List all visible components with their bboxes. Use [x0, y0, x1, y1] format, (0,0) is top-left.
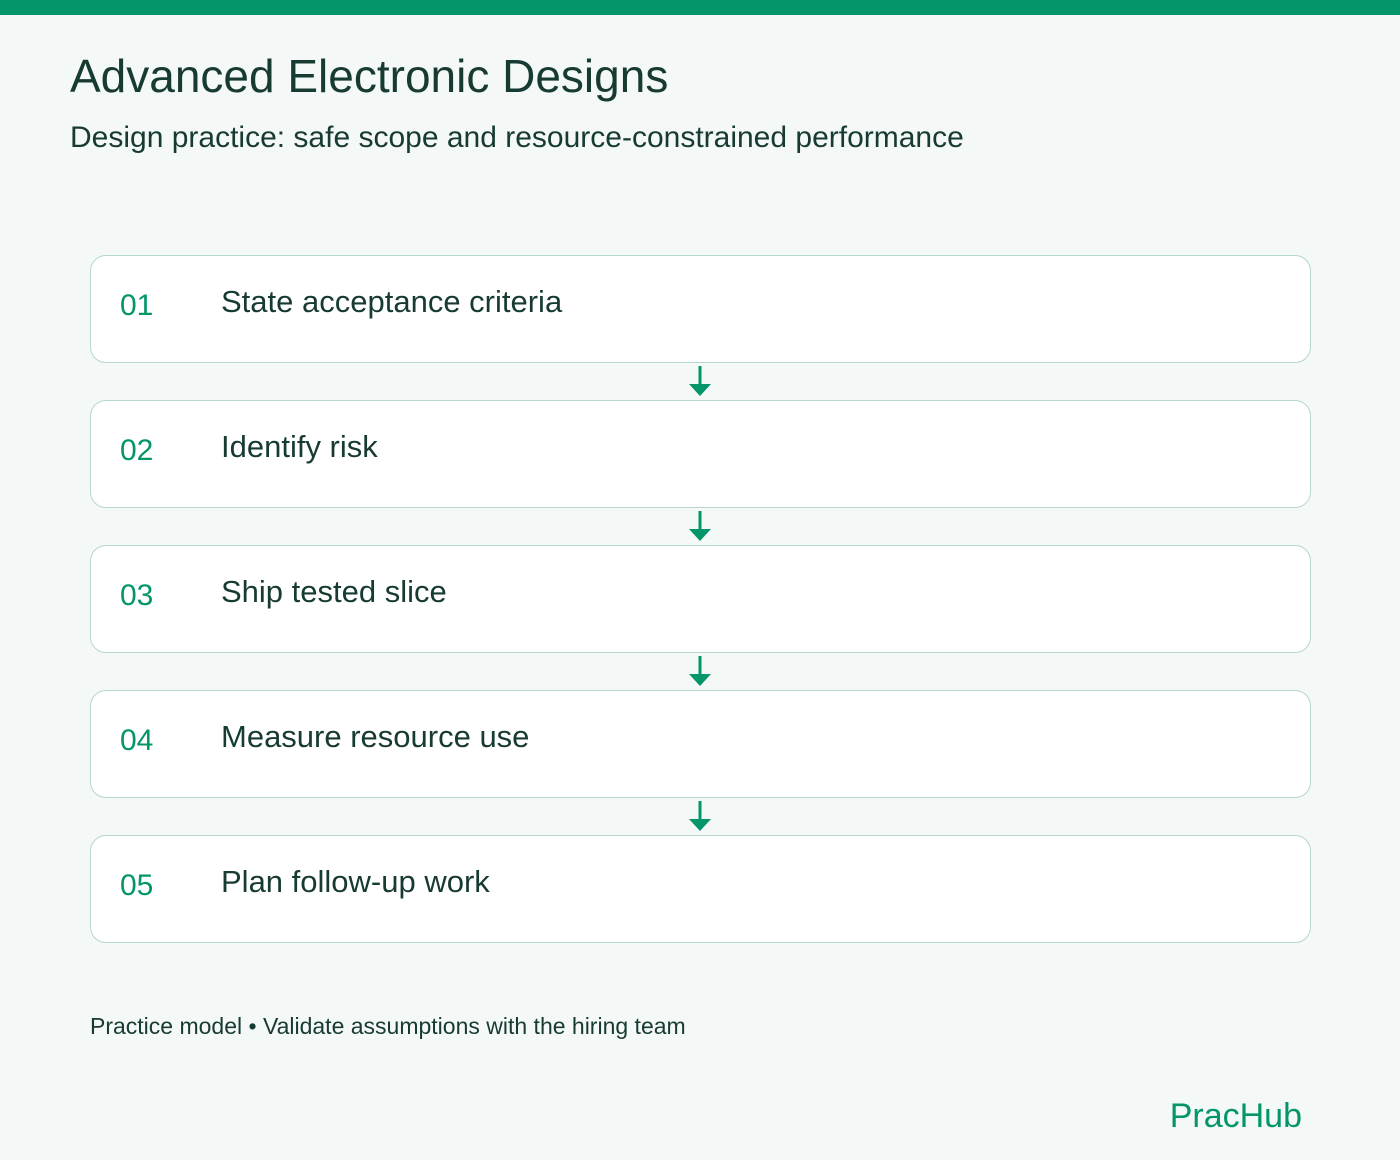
- step-number: 04: [120, 724, 154, 757]
- step-label: State acceptance criteria: [221, 284, 563, 319]
- step-label: Plan follow-up work: [221, 864, 490, 899]
- page-subtitle: Design practice: safe scope and resource…: [70, 121, 964, 154]
- process-flow: 01 State acceptance criteria 02 Identify…: [90, 255, 1311, 943]
- step-connector: [90, 653, 1311, 690]
- step-connector: [90, 508, 1311, 545]
- top-accent-bar: [0, 0, 1400, 15]
- page-title: Advanced Electronic Designs: [70, 50, 669, 102]
- step-number: 02: [120, 434, 154, 467]
- step-card-2: 02 Identify risk: [90, 400, 1311, 508]
- brand-logo: PracHub: [1169, 1097, 1302, 1135]
- step-number: 03: [120, 579, 154, 612]
- step-number: 01: [120, 289, 154, 322]
- step-card-1: 01 State acceptance criteria: [90, 255, 1311, 363]
- step-label: Measure resource use: [221, 719, 530, 754]
- step-connector: [90, 798, 1311, 835]
- arrow-down-icon: [689, 366, 711, 396]
- arrow-down-icon: [689, 656, 711, 686]
- step-card-3: 03 Ship tested slice: [90, 545, 1311, 653]
- footnote: Practice model • Validate assumptions wi…: [90, 1013, 686, 1039]
- step-card-4: 04 Measure resource use: [90, 690, 1311, 798]
- step-label: Identify risk: [221, 429, 378, 464]
- arrow-down-icon: [689, 511, 711, 541]
- arrow-down-icon: [689, 801, 711, 831]
- step-connector: [90, 363, 1311, 400]
- step-card-5: 05 Plan follow-up work: [90, 835, 1311, 943]
- step-label: Ship tested slice: [221, 574, 447, 609]
- step-number: 05: [120, 869, 154, 902]
